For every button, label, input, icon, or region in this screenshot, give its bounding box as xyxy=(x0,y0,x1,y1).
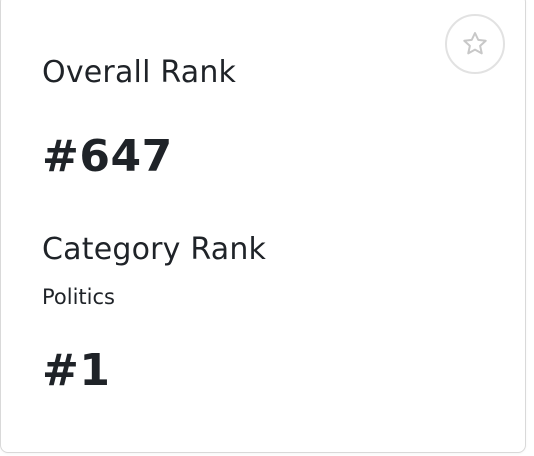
favorite-button[interactable] xyxy=(445,14,505,74)
category-name: Politics xyxy=(42,285,115,309)
overall-rank-value: #647 xyxy=(42,131,173,182)
rank-card: Overall Rank #647 Category Rank Politics… xyxy=(0,0,526,453)
overall-rank-label: Overall Rank xyxy=(42,55,237,90)
star-icon xyxy=(463,32,487,55)
category-rank-value: #1 xyxy=(42,345,111,396)
category-rank-label: Category Rank xyxy=(42,232,267,267)
